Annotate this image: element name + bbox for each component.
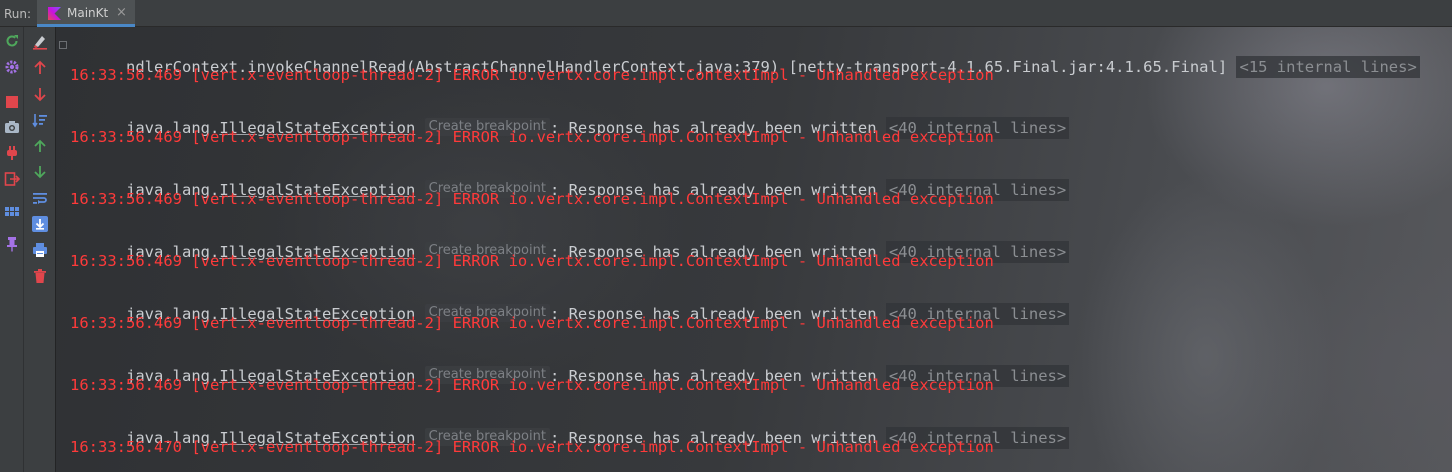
sort-icon[interactable]	[32, 112, 48, 128]
scroll-down-icon[interactable]	[32, 164, 48, 180]
tab-mainkt[interactable]: MainKt ×	[37, 0, 135, 27]
tab-label: MainKt	[67, 6, 109, 20]
folded-lines-toggle[interactable]: <15 internal lines>	[1236, 56, 1420, 78]
close-icon[interactable]: ×	[116, 5, 127, 20]
exception-line: java.lang.IllegalStateException Create b…	[70, 343, 1070, 387]
run-actions-toolbar	[0, 27, 24, 472]
scroll-to-end-icon[interactable]	[32, 216, 48, 232]
stop-icon[interactable]	[4, 94, 20, 110]
rerun-icon[interactable]	[4, 33, 20, 49]
exception-line: java.lang.IllegalStateException Create b…	[70, 281, 1070, 325]
error-line: 16:33:56.469 [vert.x-eventloop-thread-2]…	[70, 190, 994, 208]
error-line: 16:33:56.470 [vert.x-eventloop-thread-2]…	[70, 438, 994, 456]
settings-icon[interactable]	[4, 59, 20, 75]
delete-icon[interactable]	[32, 268, 48, 284]
kotlin-icon	[48, 7, 61, 20]
exception-line: java.lang.IllegalStateException Create b…	[70, 405, 1070, 449]
run-tool-window-header: Run: MainKt ×	[0, 0, 1452, 27]
console-output[interactable]: ndlerContext.invokeChannelRead(AbstractC…	[56, 27, 1452, 472]
error-line: 16:33:56.469 [vert.x-eventloop-thread-2]…	[70, 252, 994, 270]
print-icon[interactable]	[32, 242, 48, 258]
error-line: 16:33:56.469 [vert.x-eventloop-thread-2]…	[70, 66, 994, 84]
down-arrow-icon[interactable]	[32, 86, 48, 102]
fold-icon[interactable]	[59, 41, 67, 49]
exception-line: java.lang.IllegalStateException Create b…	[70, 95, 1070, 139]
console-actions-toolbar	[24, 27, 56, 472]
console-lines: ndlerContext.invokeChannelRead(AbstractC…	[56, 27, 1452, 472]
clear-icon[interactable]	[32, 34, 48, 50]
console-line: ndlerContext.invokeChannelRead(AbstractC…	[59, 34, 1420, 78]
error-line: 16:33:56.469 [vert.x-eventloop-thread-2]…	[70, 128, 994, 146]
camera-icon[interactable]	[4, 119, 20, 135]
up-arrow-icon[interactable]	[32, 60, 48, 76]
error-line: 16:33:56.469 [vert.x-eventloop-thread-2]…	[70, 314, 994, 332]
run-label: Run:	[4, 7, 32, 21]
pin-icon[interactable]	[4, 236, 20, 252]
scroll-up-icon[interactable]	[32, 138, 48, 154]
exception-line: java.lang.IllegalStateException Create b…	[70, 219, 1070, 263]
soft-wrap-icon[interactable]	[32, 190, 48, 206]
exception-line: java.lang.IllegalStateException Create b…	[70, 157, 1070, 201]
layout-icon[interactable]	[4, 204, 20, 220]
plug-icon[interactable]	[4, 145, 20, 161]
error-line: 16:33:56.469 [vert.x-eventloop-thread-2]…	[70, 376, 994, 394]
exit-icon[interactable]	[4, 171, 20, 187]
